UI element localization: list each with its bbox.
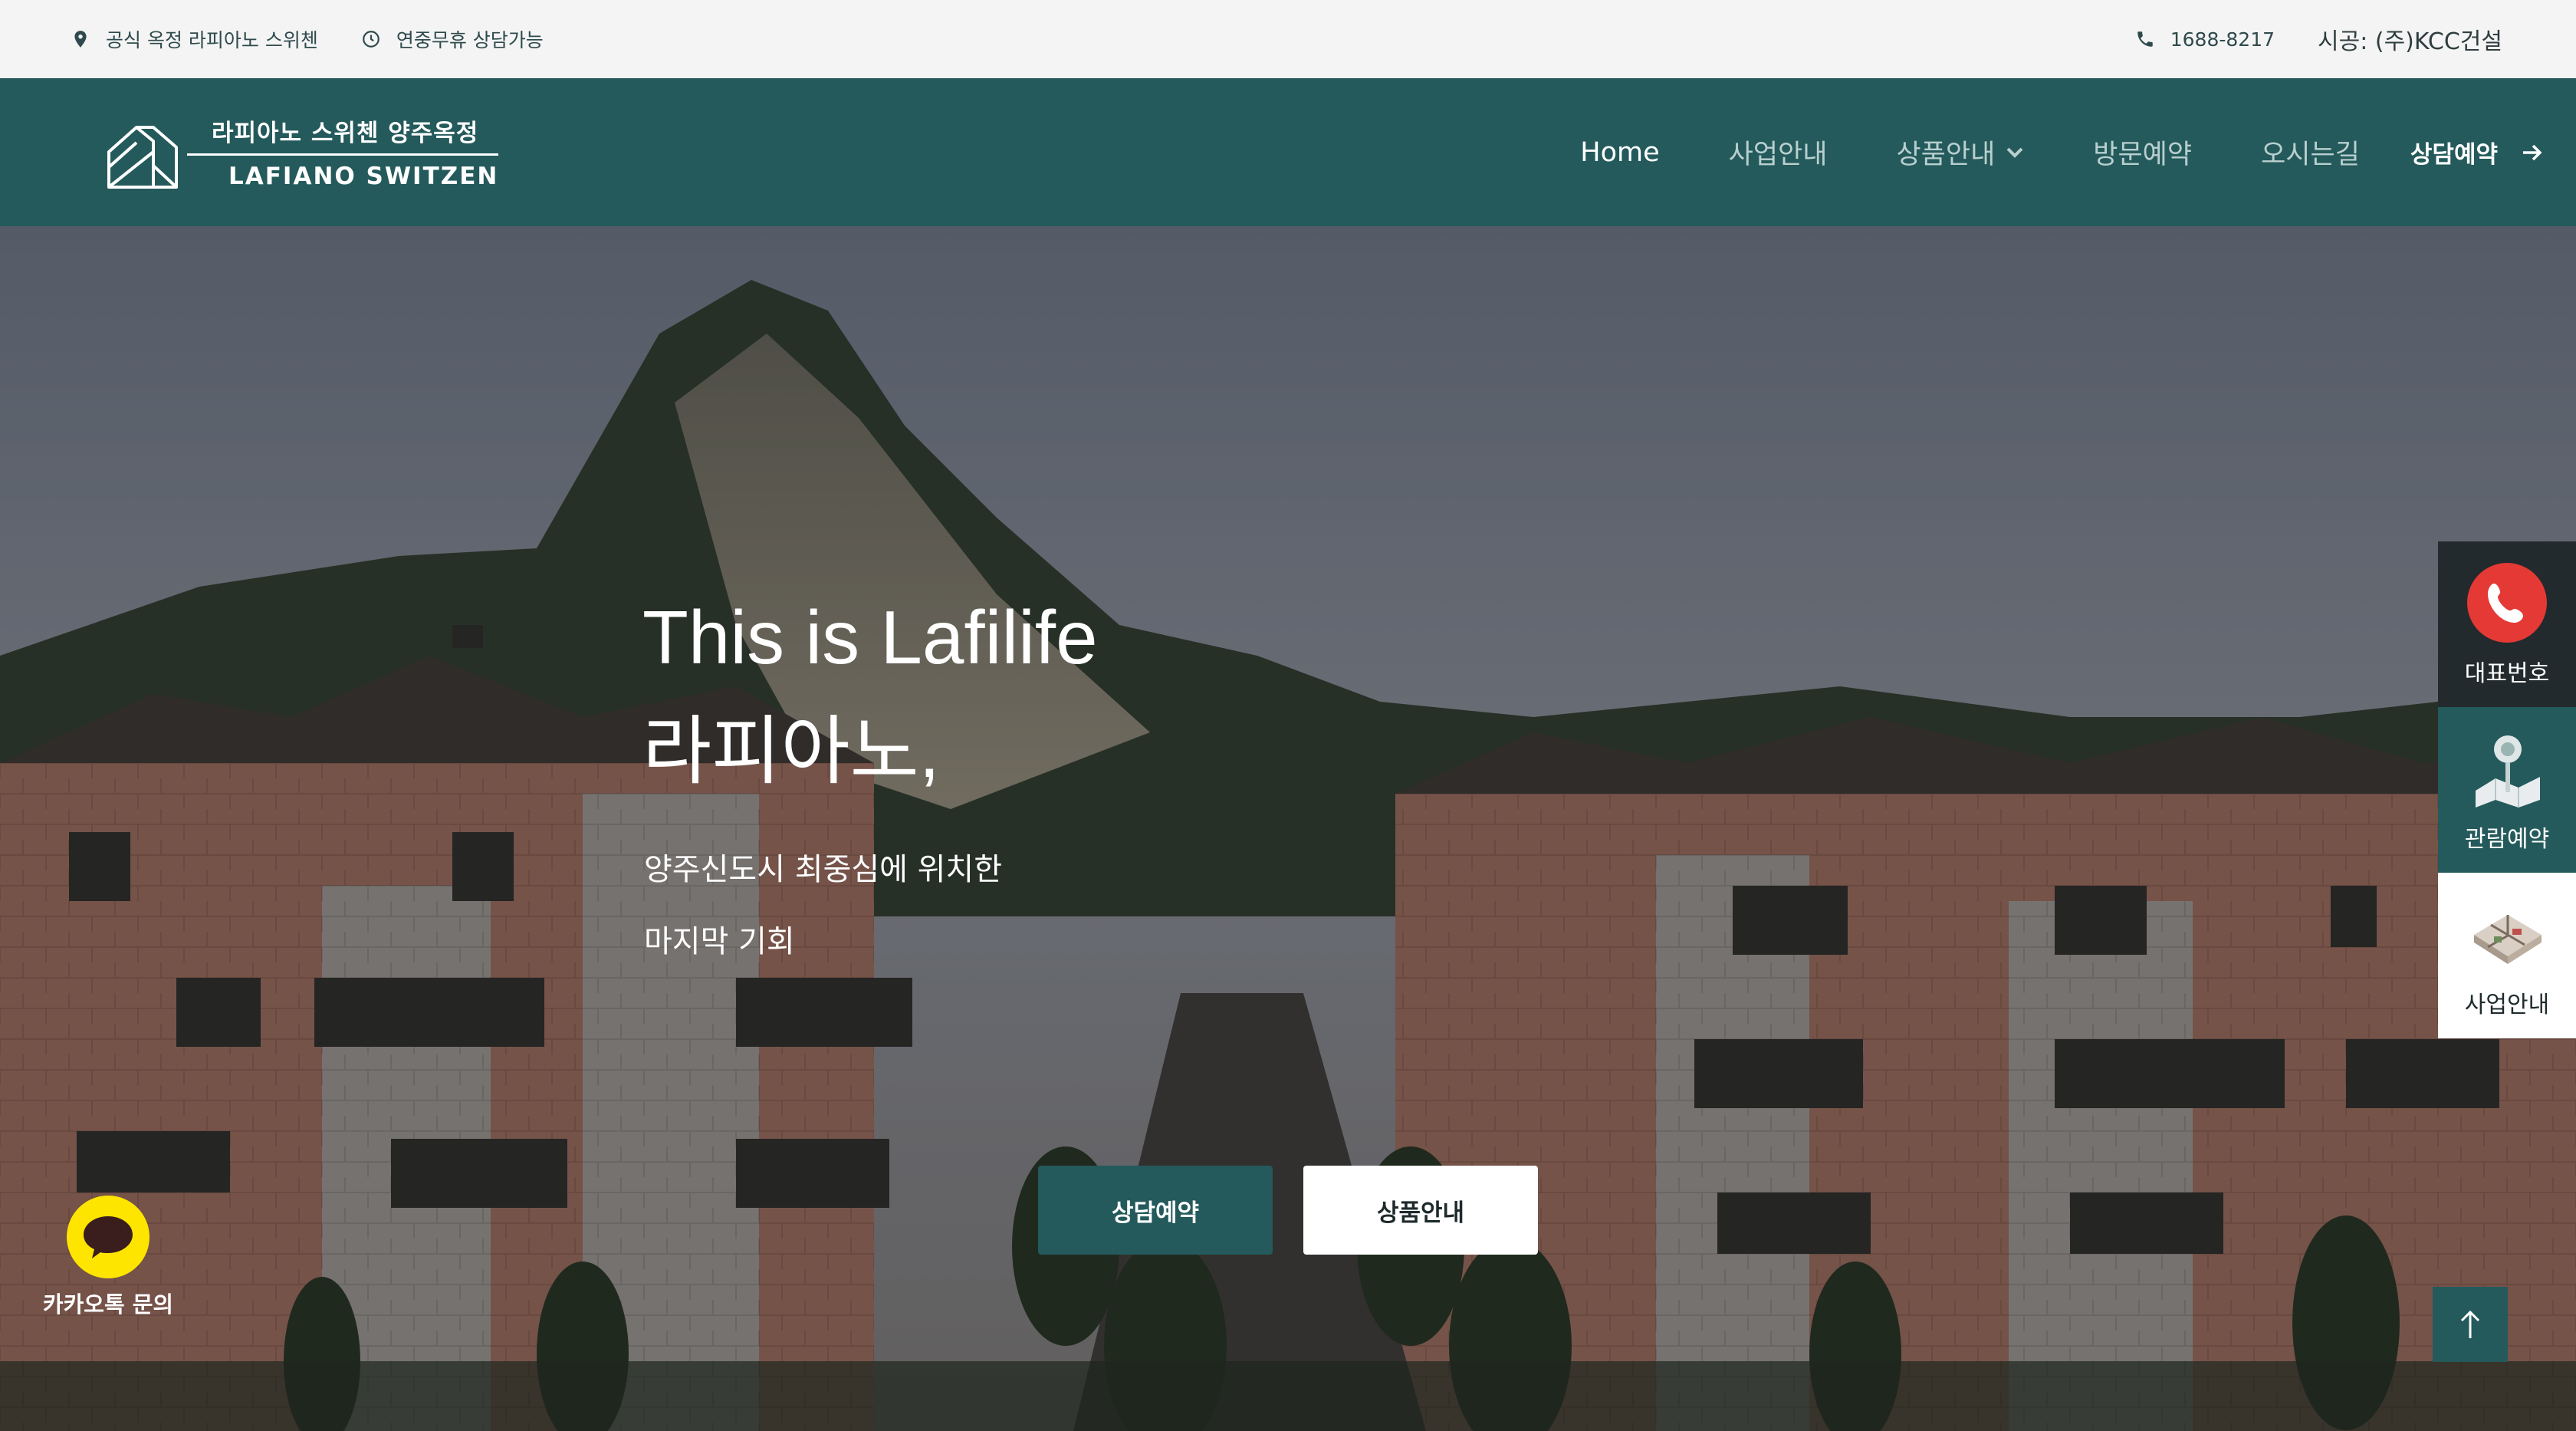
logo-divider xyxy=(187,153,498,156)
hero-subtitle: 양주신도시 최중심에 위치한 마지막 기회 xyxy=(644,834,1002,978)
quick-business-label: 사업안내 xyxy=(2464,992,2550,1018)
hero-subtitle-line1: 양주신도시 최중심에 위치한 xyxy=(644,852,1003,887)
quick-phone-label: 대표번호 xyxy=(2464,660,2550,687)
quick-business-button[interactable]: 사업안내 xyxy=(2438,873,2576,1038)
scroll-top-button[interactable] xyxy=(2433,1287,2508,1362)
main-nav: Home 사업안내 상품안내 방문예약 오시는길 상담예약 xyxy=(1511,78,2544,226)
clock-icon xyxy=(363,31,380,48)
phone-number[interactable]: 1688-8217 xyxy=(2170,28,2275,51)
kakao-label: 카카오톡 문의 xyxy=(42,1291,174,1318)
quick-visit-label: 관람예약 xyxy=(2464,826,2550,853)
hero-title-line2: 라피아노, xyxy=(642,709,940,793)
phone-icon xyxy=(2467,563,2547,643)
quick-menu: 대표번호 관람예약 사업안내 xyxy=(2438,541,2576,1038)
page: 공식 옥정 라피아노 스위첸 연중무휴 상담가능 1688-8217 시공: (… xyxy=(0,0,2576,1431)
nav-consult-button[interactable]: 상담예약 xyxy=(2410,135,2544,169)
logo-house-icon xyxy=(107,126,178,189)
hero-overlay xyxy=(0,226,2576,1431)
floorplan-icon xyxy=(2474,915,2542,964)
arrow-up-icon xyxy=(2460,1310,2480,1338)
top-info-bar: 공식 옥정 라피아노 스위첸 연중무휴 상담가능 1688-8217 시공: (… xyxy=(0,0,2576,78)
kakao-chat-button[interactable]: 카카오톡 문의 xyxy=(43,1195,173,1319)
hero-subtitle-line2: 마지막 기회 xyxy=(644,924,795,959)
quick-visit-button[interactable]: 관람예약 xyxy=(2438,707,2576,873)
hero-section: This is Lafilife 라피아노, 양주신도시 최중심에 위치한 마지… xyxy=(0,226,2576,1431)
location-info: 공식 옥정 라피아노 스위첸 xyxy=(71,25,318,53)
phone-icon xyxy=(2137,31,2153,47)
logo-korean: 라피아노 스위첸 양주옥정 xyxy=(212,120,479,147)
phone-info[interactable]: 1688-8217 xyxy=(2135,28,2275,51)
nav-consult-label: 상담예약 xyxy=(2410,141,2498,169)
site-logo[interactable]: 라피아노 스위첸 양주옥정 LAFIANO SWITZEN xyxy=(106,113,504,198)
kakao-talk-icon xyxy=(67,1196,150,1278)
hours-info: 연중무휴 상담가능 xyxy=(361,25,544,53)
top-info-left: 공식 옥정 라피아노 스위첸 연중무휴 상담가능 xyxy=(71,25,586,53)
nav-products[interactable]: 상품안내 xyxy=(1896,133,2024,172)
top-info-right: 1688-8217 시공: (주)KCC건설 xyxy=(2135,22,2502,56)
map-pin-icon xyxy=(2476,735,2540,808)
location-text: 공식 옥정 라피아노 스위첸 xyxy=(106,29,318,51)
hero-products-button[interactable]: 상품안내 xyxy=(1303,1166,1538,1255)
nav-products-label: 상품안내 xyxy=(1896,140,1996,170)
hero-consult-button[interactable]: 상담예약 xyxy=(1038,1166,1273,1255)
hero-title: This is Lafilife 라피아노, xyxy=(642,581,1098,808)
builder-text: 시공: (주)KCC건설 xyxy=(2318,28,2502,55)
nav-visit[interactable]: 방문예약 xyxy=(2093,133,2192,172)
location-pin-icon xyxy=(74,31,87,48)
nav-business[interactable]: 사업안내 xyxy=(1729,133,1828,172)
hours-text: 연중무휴 상담가능 xyxy=(396,29,544,51)
arrow-right-icon xyxy=(2523,144,2542,160)
logo-english: LAFIANO SWITZEN xyxy=(228,163,499,190)
quick-phone-button[interactable]: 대표번호 xyxy=(2438,541,2576,707)
nav-directions[interactable]: 오시는길 xyxy=(2261,133,2360,172)
nav-home[interactable]: Home xyxy=(1580,137,1659,168)
main-header: 라피아노 스위첸 양주옥정 LAFIANO SWITZEN Home 사업안내 … xyxy=(0,78,2576,226)
chevron-down-icon xyxy=(2006,147,2023,158)
hero-title-line1: This is Lafilife xyxy=(642,595,1098,679)
